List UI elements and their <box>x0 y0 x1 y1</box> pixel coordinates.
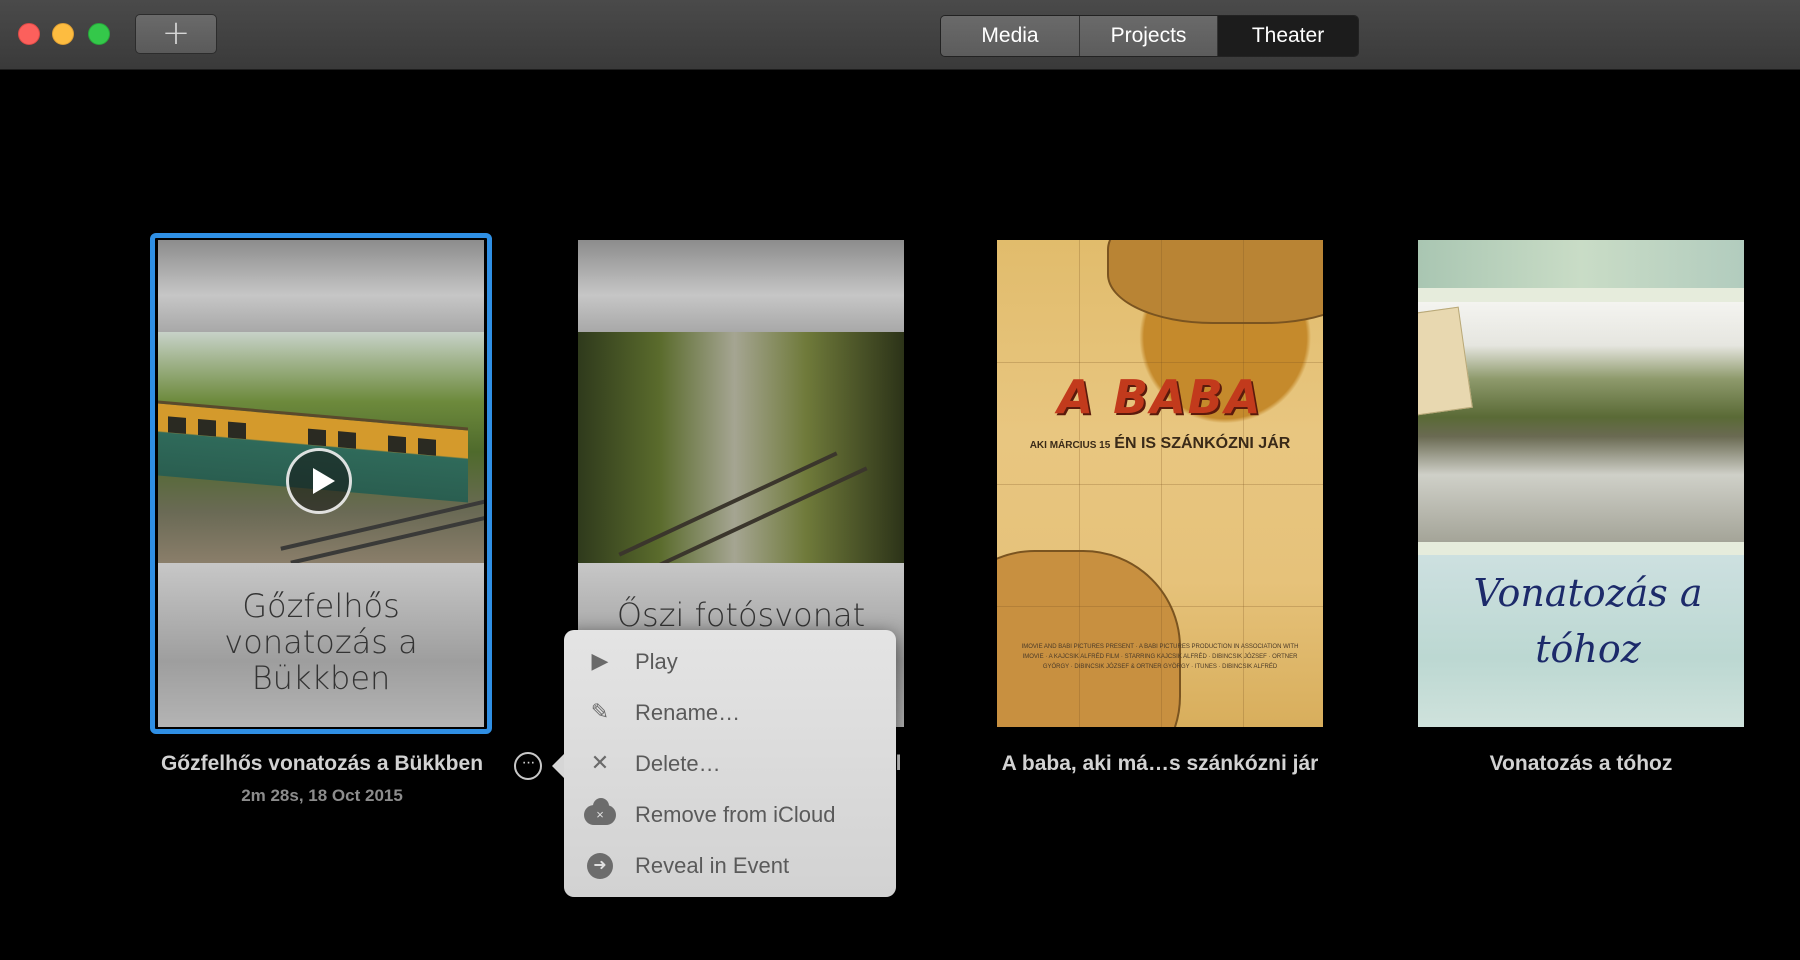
menu-item-label: Delete… <box>635 751 721 776</box>
more-options-button[interactable]: ··· <box>514 752 542 780</box>
close-icon: ✕ <box>590 751 610 776</box>
poster-vonatozas-a-tohoz[interactable]: Vonatozás a tóhoz <box>1418 240 1744 727</box>
map-land-graphic <box>1107 240 1323 324</box>
poster-photo-forest <box>578 332 904 563</box>
menu-item-delete[interactable]: ✕ Delete… <box>564 742 896 786</box>
poster-gozfelhos[interactable]: Gőzfelhős vonatozás a Bükkben <box>158 240 484 727</box>
project-title[interactable]: A baba, aki má…s szánkózni jár <box>970 752 1350 776</box>
menu-item-label: Play <box>635 649 678 674</box>
menu-item-label: Remove from iCloud <box>635 802 836 827</box>
menu-item-reveal-in-event[interactable]: ➜ Reveal in Event <box>564 844 896 888</box>
arrow-circle-icon: ➜ <box>587 853 613 879</box>
view-switcher: Media Projects Theater <box>940 15 1359 57</box>
pencil-icon: ✎ <box>590 700 610 725</box>
menu-item-play[interactable]: ▶ Play <box>564 640 896 684</box>
tab-projects[interactable]: Projects <box>1080 16 1218 56</box>
tab-media[interactable]: Media <box>941 16 1080 56</box>
menu-item-remove-icloud[interactable]: × Remove from iCloud <box>564 793 896 837</box>
poster-subtitle-small: AKI MÁRCIUS 15 <box>1029 440 1111 451</box>
poster-subtitle: AKI MÁRCIUS 15 ÉN IS SZÁNKÓZNI JÁR <box>997 435 1323 453</box>
menu-item-label: Rename… <box>635 700 741 725</box>
project-title[interactable]: Gőzfelhős vonatozás a Bükkben <box>140 752 504 776</box>
map-land-graphic <box>997 550 1181 727</box>
play-icon[interactable] <box>286 448 352 514</box>
poster-a-baba[interactable]: A BABA AKI MÁRCIUS 15 ÉN IS SZÁNKÓZNI JÁR… <box>997 240 1323 727</box>
cloud-remove-icon: × <box>584 798 616 825</box>
minimize-window-button[interactable] <box>52 23 74 45</box>
project-meta: 2m 28s, 18 Oct 2015 <box>241 786 403 805</box>
fullscreen-window-button[interactable] <box>88 23 110 45</box>
close-window-button[interactable] <box>18 23 40 45</box>
menu-item-label: Reveal in Event <box>635 853 790 878</box>
poster-title: Gőzfelhős vonatozás a Bükkben <box>224 587 418 697</box>
menu-item-rename[interactable]: ✎ Rename… <box>564 691 896 735</box>
play-icon: ▶ <box>591 649 609 674</box>
rail-graphic <box>648 466 868 563</box>
map-graphic <box>1418 240 1744 288</box>
poster-title: A BABA <box>1057 370 1263 424</box>
rail-graphic <box>618 451 838 557</box>
project-title[interactable]: Vonatozás a tóhoz <box>1418 752 1744 776</box>
poster-title: Vonatozás a tóhoz <box>1473 571 1703 671</box>
tab-theater[interactable]: Theater <box>1218 16 1358 56</box>
poster-title: Őszi fotósvonat <box>616 596 866 634</box>
poster-top-band <box>578 240 904 332</box>
poster-credits: IMOVIE AND BABI PICTURES PRESENT · A BAB… <box>1021 644 1299 670</box>
toolbar: + Media Projects Theater <box>0 0 1800 70</box>
poster-subtitle-main: ÉN IS SZÁNKÓZNI JÁR <box>1114 435 1291 452</box>
poster-photo-lake <box>1418 302 1744 542</box>
add-button[interactable]: + <box>135 14 217 54</box>
context-menu: ▶ Play ✎ Rename… ✕ Delete… × Remove from… <box>552 630 896 897</box>
poster-top-band <box>158 240 484 332</box>
popover-arrow <box>552 754 564 778</box>
